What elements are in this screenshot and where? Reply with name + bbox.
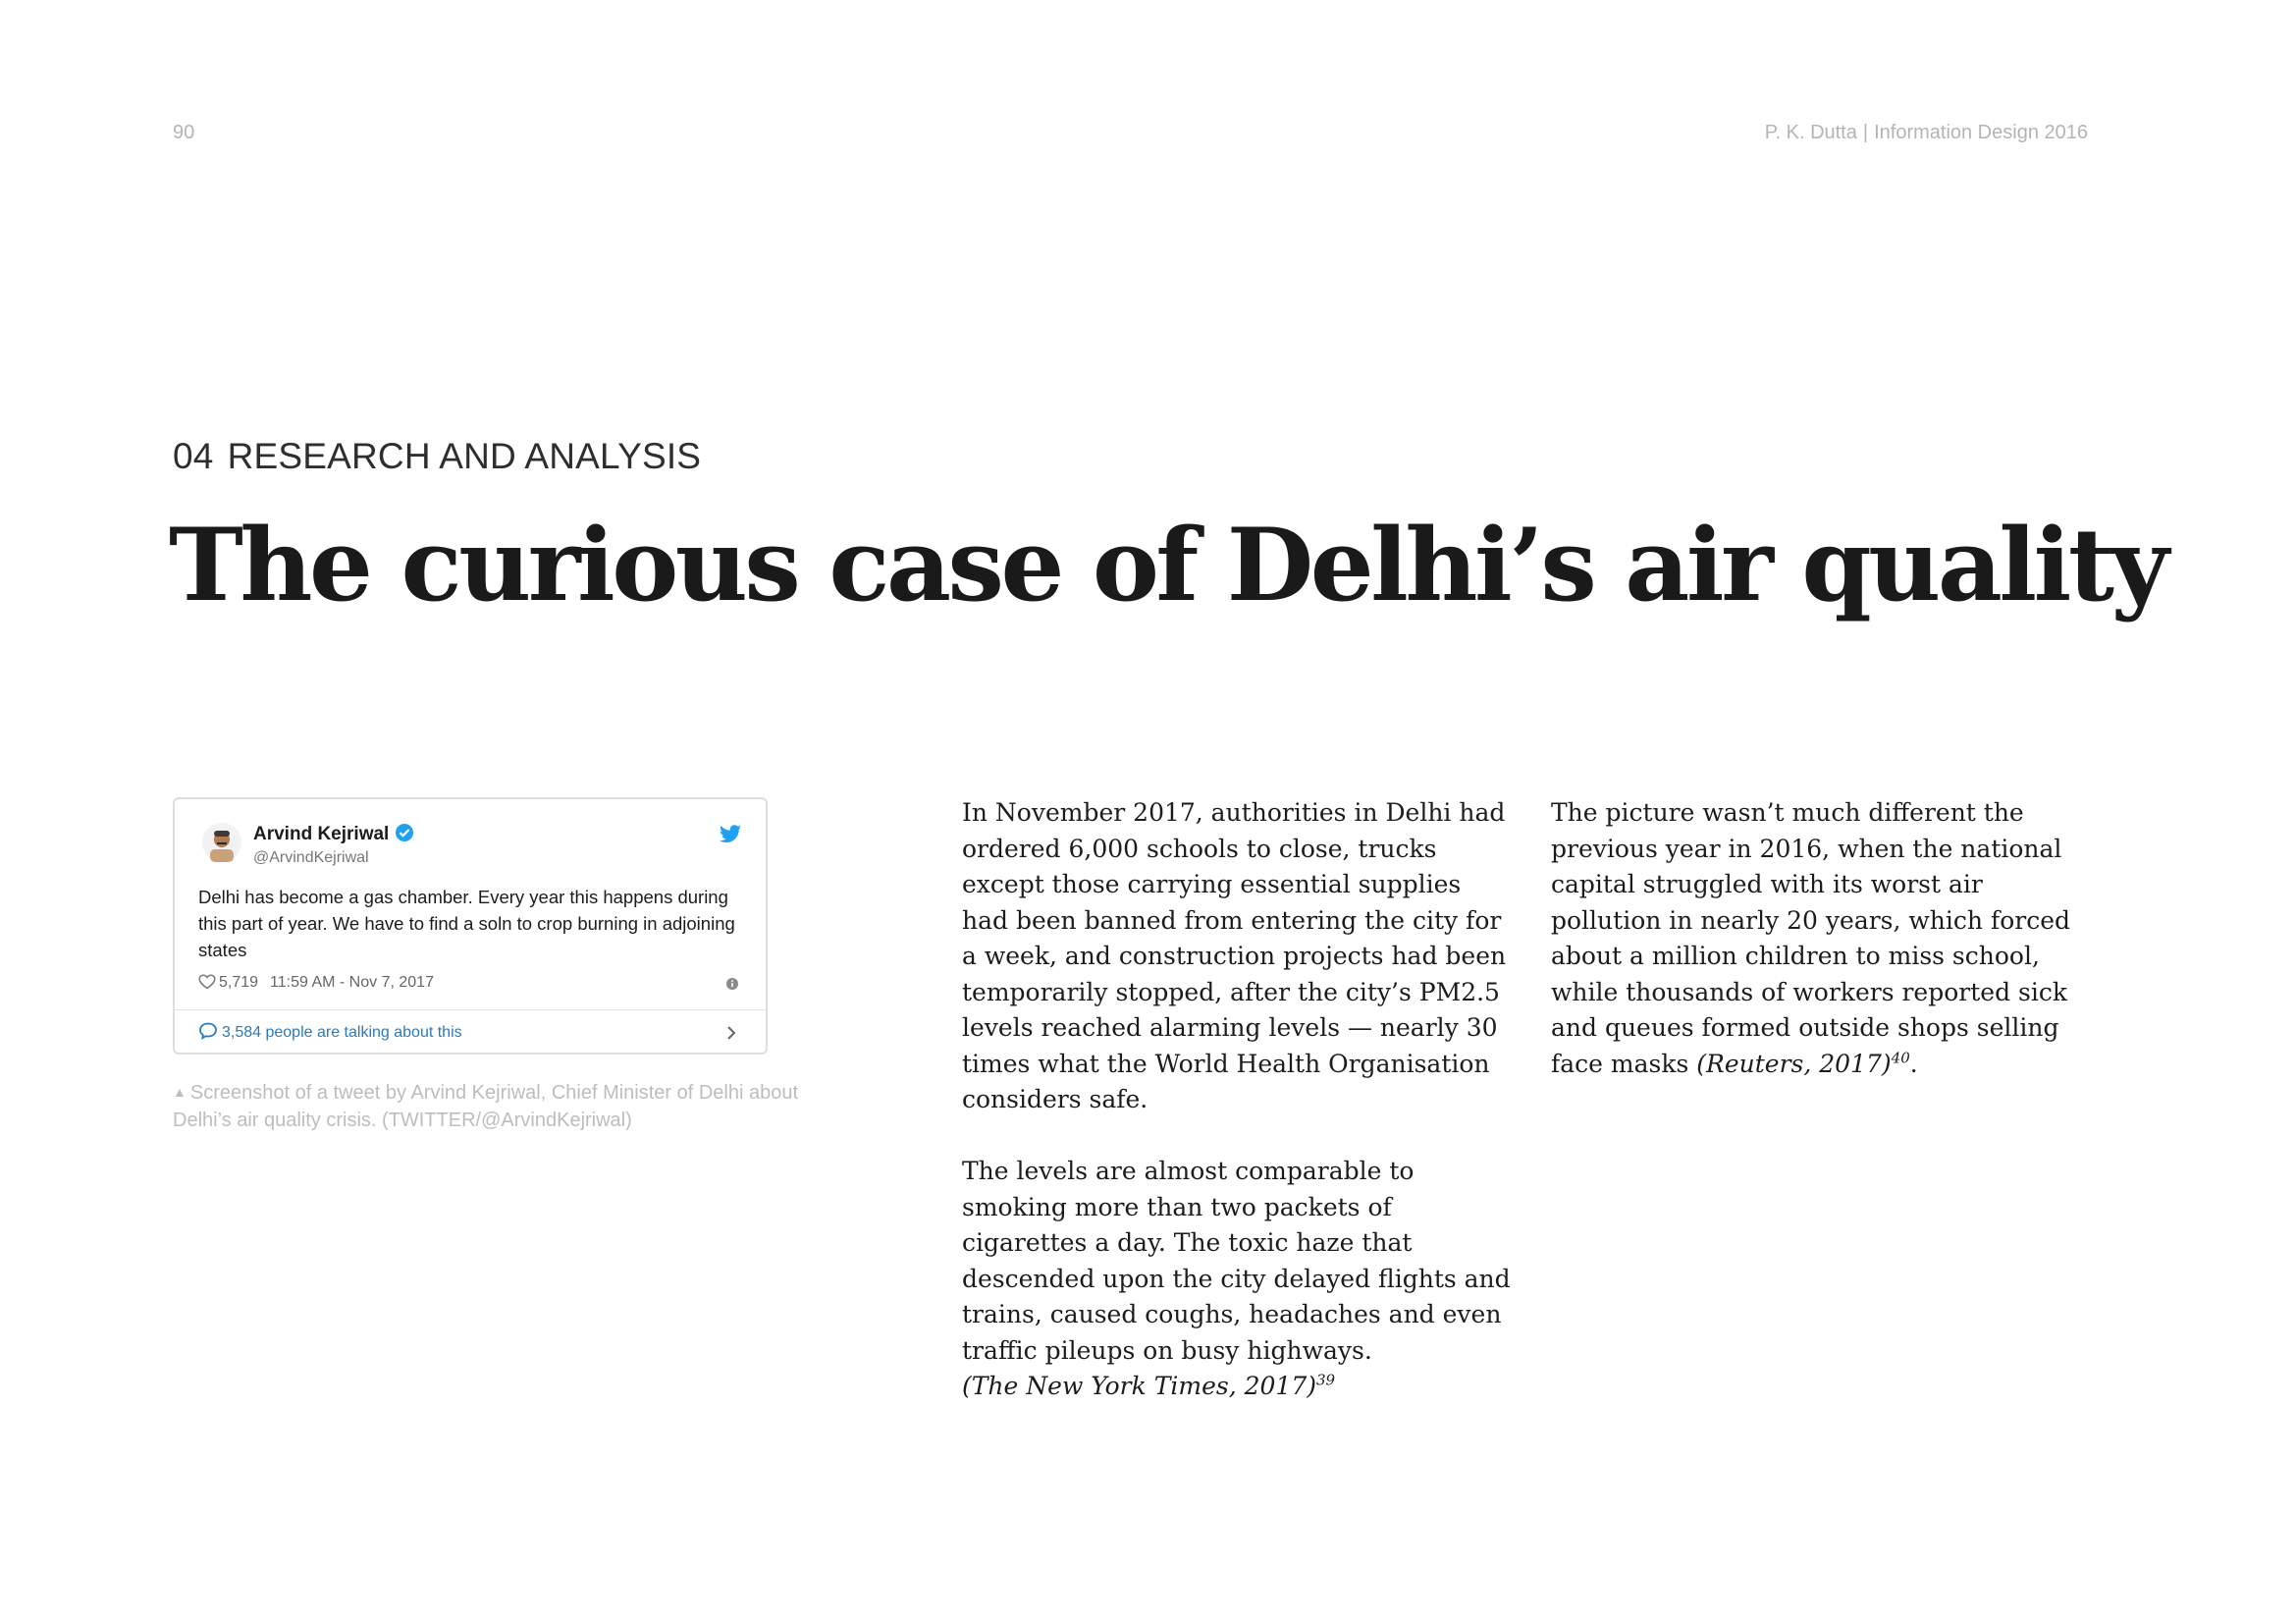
tweet-divider xyxy=(175,1009,766,1010)
figure-caption: ▲ Screenshot of a tweet by Arvind Kejriwa… xyxy=(173,1078,801,1134)
comment-icon xyxy=(199,1022,217,1040)
citation-source: (Reuters, 2017) xyxy=(1696,1049,1892,1078)
tweet-timestamp[interactable]: 11:59 AM - Nov 7, 2017 xyxy=(270,974,434,991)
verified-icon xyxy=(396,824,414,841)
tweet-text: Delhi has become a gas chamber. Every ye… xyxy=(198,887,735,960)
chevron-right-icon[interactable] xyxy=(726,1025,736,1041)
body-column-1: In November 2017, authorities in Delhi h… xyxy=(962,795,1512,1405)
running-header: P. K. Dutta | Information Design 2016 xyxy=(1765,122,2088,144)
avatar xyxy=(202,823,241,862)
page-number: 90 xyxy=(173,122,195,143)
page-title: The curious case of Delhi’s air quality xyxy=(169,507,2169,624)
tweet-conversation-link[interactable]: 3,584 people are talking about this xyxy=(198,1021,462,1042)
tweet-meta: 5,719 11:59 AM - Nov 7, 2017 xyxy=(198,974,434,992)
caption-text: Screenshot of a tweet by Arvind Kejriwal… xyxy=(173,1082,799,1131)
tweet-author-name: Arvind Kejriwal xyxy=(253,823,414,845)
info-icon[interactable] xyxy=(726,978,738,990)
tweet-screenshot: Arvind Kejriwal @ArvindKejriwal Delhi ha… xyxy=(173,797,768,1055)
sentence-end: . xyxy=(1909,1049,1918,1078)
citation: (The New York Times, 2017)39 xyxy=(962,1369,1512,1405)
tweet-author-label: Arvind Kejriwal xyxy=(253,824,390,844)
body-paragraph: In November 2017, authorities in Delhi h… xyxy=(962,798,1507,1113)
body-column-2: The picture wasn’t much different the pr… xyxy=(1551,795,2101,1082)
body-paragraph: The levels are almost comparable to smok… xyxy=(962,1157,1511,1365)
section-name: RESEARCH AND ANALYSIS xyxy=(227,436,702,476)
footnote-ref: 39 xyxy=(1316,1371,1336,1389)
talking-count[interactable]: 3,584 people are talking about this xyxy=(222,1024,462,1041)
header-separator: | xyxy=(1862,122,1869,143)
twitter-bird-icon xyxy=(720,825,741,842)
footnote-ref: 40 xyxy=(1891,1049,1910,1067)
citation-source: (The New York Times, 2017) xyxy=(962,1372,1316,1400)
tweet-author-handle: @ArvindKejriwal xyxy=(253,849,369,866)
heart-icon[interactable] xyxy=(198,974,216,990)
author-name: P. K. Dutta xyxy=(1764,122,1857,143)
like-count: 5,719 xyxy=(219,974,259,991)
body-paragraph-text: The picture wasn’t much different the pr… xyxy=(1551,798,2071,1078)
section-label: 04 RESEARCH AND ANALYSIS xyxy=(173,436,701,477)
section-number: 04 xyxy=(173,436,214,476)
publication-name: Information Design 2016 xyxy=(1874,122,2088,143)
caption-marker: ▲ xyxy=(173,1084,187,1100)
body-paragraph: The picture wasn’t much different the pr… xyxy=(1551,795,2101,1082)
